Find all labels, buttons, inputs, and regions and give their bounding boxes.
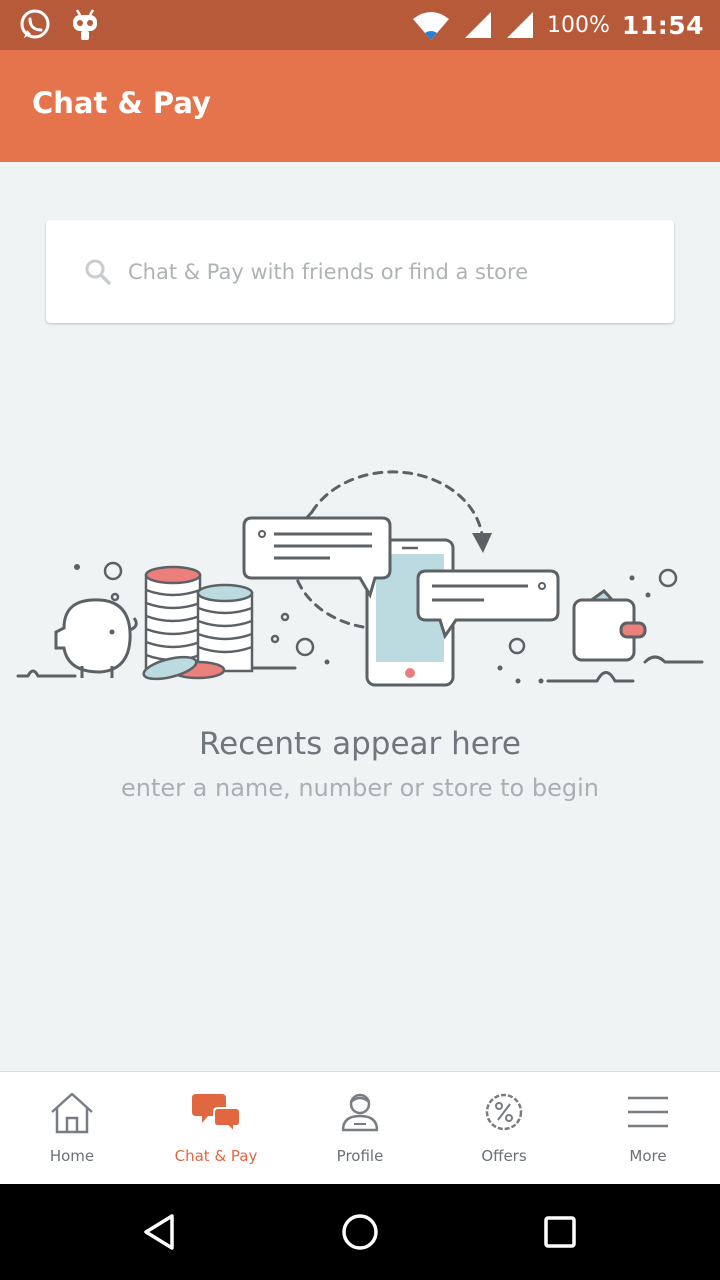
offers-percent-icon	[485, 1093, 523, 1131]
tab-chat-pay-label: Chat & Pay	[174, 1147, 258, 1165]
tab-home-label: Home	[49, 1147, 95, 1165]
signal-icon	[465, 12, 492, 38]
search-input[interactable]	[126, 250, 650, 294]
app-bar: Chat & Pay	[0, 50, 720, 162]
page-title: Chat & Pay	[32, 86, 211, 120]
tab-more[interactable]: More	[576, 1072, 720, 1185]
home-circle-icon[interactable]	[340, 1212, 380, 1252]
tab-profile-label: Profile	[336, 1147, 384, 1165]
tab-home[interactable]: Home	[0, 1072, 144, 1185]
tab-more-label: More	[629, 1147, 667, 1165]
empty-state-subtitle: enter a name, number or store to begin	[121, 774, 599, 802]
bottom-navigation: Home Chat & Pay Profile Offers More	[0, 1071, 720, 1185]
wallet-icon	[572, 589, 647, 662]
whatsapp-icon	[20, 9, 50, 39]
android-robot-icon	[73, 9, 97, 40]
back-icon[interactable]	[140, 1212, 180, 1252]
piggy-bank-icon	[54, 598, 138, 678]
battery-level: 100%	[547, 12, 610, 38]
coin-stacks-icon	[142, 565, 254, 681]
tab-offers-label: Offers	[481, 1147, 527, 1165]
empty-state-illustration	[16, 470, 704, 687]
tab-chat-pay[interactable]: Chat & Pay	[144, 1072, 288, 1185]
search-bar[interactable]	[46, 220, 674, 323]
wifi-icon	[413, 12, 450, 40]
tab-profile[interactable]: Profile	[288, 1072, 432, 1185]
home-icon	[51, 1092, 93, 1134]
signal-icon	[507, 12, 534, 38]
empty-state-title: Recents appear here	[198, 726, 522, 762]
menu-icon	[628, 1096, 668, 1128]
chat-bubble-left-icon	[242, 516, 392, 599]
status-bar: 100% 11:54	[0, 0, 720, 50]
clock: 11:54	[621, 10, 704, 40]
recents-icon[interactable]	[540, 1212, 580, 1252]
profile-icon	[341, 1093, 379, 1132]
tab-offers[interactable]: Offers	[432, 1072, 576, 1185]
system-navigation-bar	[0, 1184, 720, 1280]
chat-bubbles-icon	[192, 1094, 240, 1134]
search-icon	[85, 259, 111, 285]
